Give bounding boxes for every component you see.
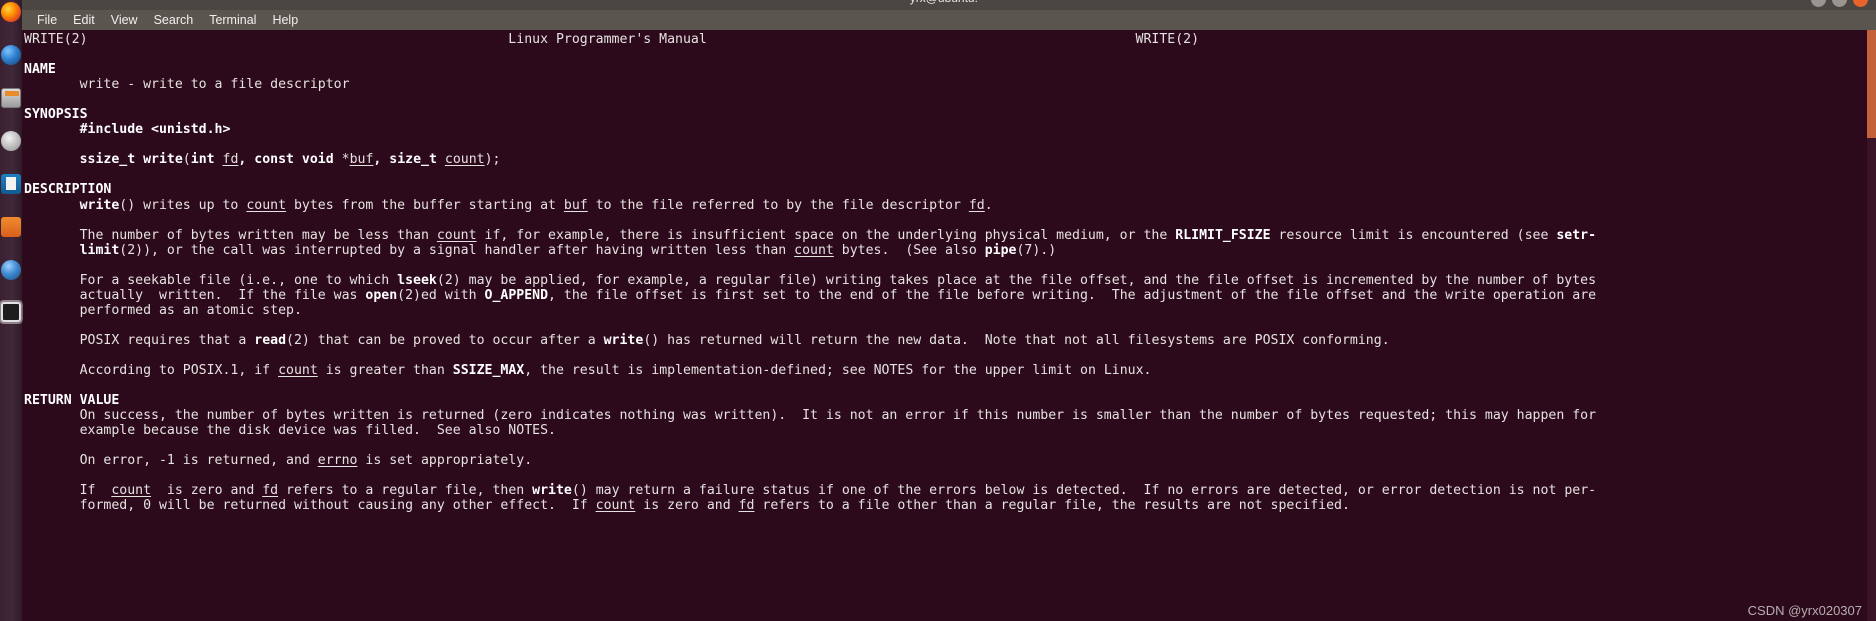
- launcher-icon-orange-app[interactable]: [1, 217, 21, 237]
- menu-item-help[interactable]: Help: [264, 10, 306, 30]
- launcher-icon-software[interactable]: [1, 131, 21, 151]
- terminal-window: yrx@ubuntu: ~ File Edit View Search Term…: [22, 0, 1876, 621]
- maximize-button[interactable]: [1832, 0, 1847, 7]
- terminal-scrollbar[interactable]: [1867, 30, 1876, 621]
- launcher-icon-terminal[interactable]: [0, 300, 23, 324]
- watermark: CSDN @yrx020307: [1747, 603, 1862, 618]
- menu-item-edit[interactable]: Edit: [65, 10, 103, 30]
- launcher-icon-web-browser[interactable]: [1, 45, 21, 65]
- launcher-icon-blue-app[interactable]: [1, 260, 21, 280]
- window-controls[interactable]: [1811, 0, 1868, 7]
- terminal-scrollbar-thumb[interactable]: [1867, 30, 1876, 138]
- launcher-icon-files[interactable]: [1, 88, 21, 108]
- man-page-content: WRITE(2) Linux Programmer's Manual WRITE…: [24, 32, 1597, 514]
- window-titlebar[interactable]: yrx@ubuntu: ~: [22, 0, 1876, 10]
- minimize-button[interactable]: [1811, 0, 1826, 7]
- unity-launcher[interactable]: [0, 0, 23, 621]
- menu-item-terminal[interactable]: Terminal: [201, 10, 264, 30]
- menu-item-search[interactable]: Search: [146, 10, 202, 30]
- menu-item-view[interactable]: View: [103, 10, 146, 30]
- window-title: yrx@ubuntu: ~: [22, 0, 1876, 5]
- launcher-icon-firefox[interactable]: [1, 2, 21, 22]
- menu-bar[interactable]: File Edit View Search Terminal Help: [22, 10, 1876, 30]
- terminal-screen[interactable]: WRITE(2) Linux Programmer's Manual WRITE…: [22, 30, 1876, 621]
- close-button[interactable]: [1853, 0, 1868, 7]
- menu-item-file[interactable]: File: [29, 10, 65, 30]
- launcher-icon-document-viewer[interactable]: [1, 174, 21, 194]
